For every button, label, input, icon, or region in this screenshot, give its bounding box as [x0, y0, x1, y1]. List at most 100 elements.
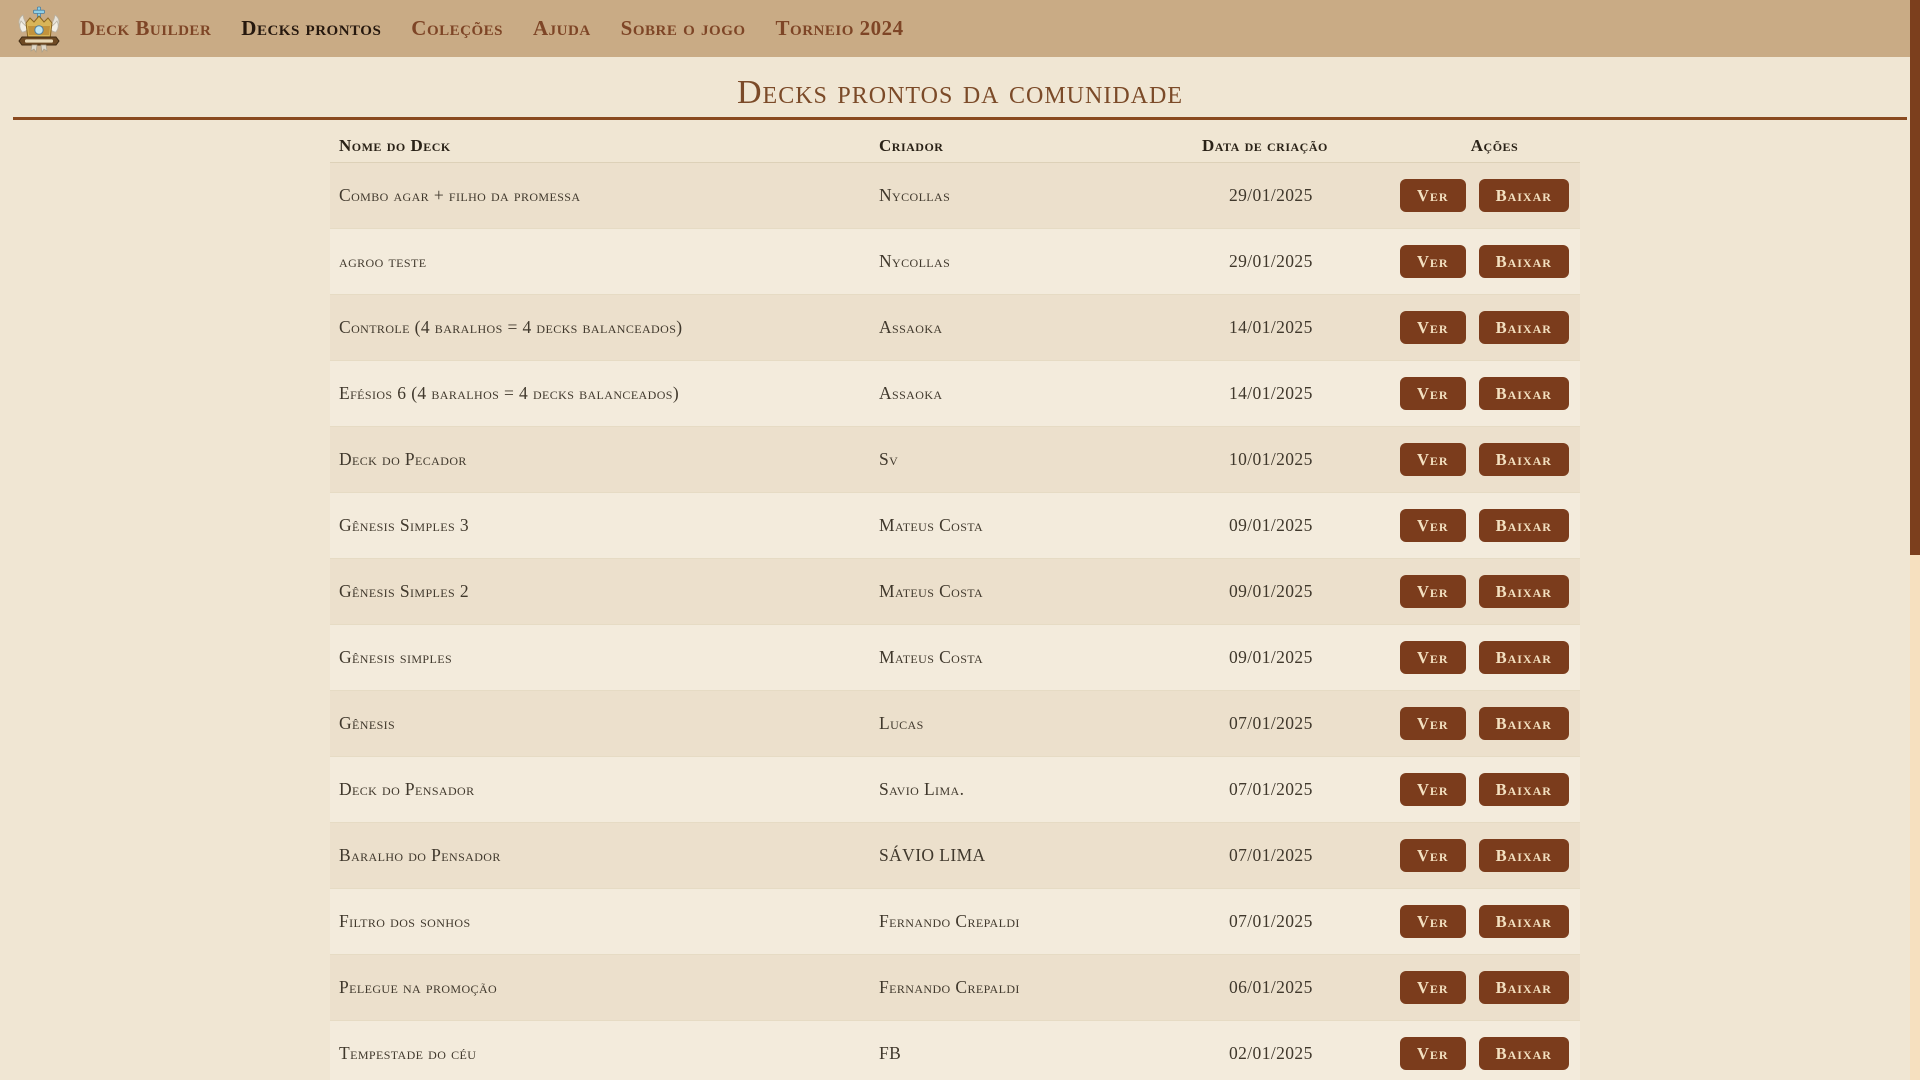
table-row: Pelegue na promoção Fernando Crepaldi 06…: [330, 955, 1580, 1021]
download-deck-button[interactable]: Baixar: [1479, 311, 1569, 344]
deck-creation-date: 02/01/2025: [1202, 1043, 1400, 1064]
download-deck-button[interactable]: Baixar: [1479, 707, 1569, 740]
column-header-actions: Ações: [1400, 136, 1589, 156]
table-header-row: Nome do Deck Criador Data de criação Açõ…: [330, 130, 1580, 163]
deck-actions: Ver Baixar: [1400, 773, 1589, 806]
deck-creation-date: 14/01/2025: [1202, 383, 1400, 404]
deck-actions: Ver Baixar: [1400, 245, 1589, 278]
nav-item-cole-es[interactable]: Coleções: [411, 16, 503, 41]
deck-name: agroo teste: [339, 251, 879, 272]
column-header-creation-date: Data de criação: [1202, 136, 1400, 156]
deck-creation-date: 14/01/2025: [1202, 317, 1400, 338]
table-row: Baralho do Pensador SÁVIO LIMA 07/01/202…: [330, 823, 1580, 889]
table-row: Controle (4 baralhos = 4 decks balancead…: [330, 295, 1580, 361]
download-deck-button[interactable]: Baixar: [1479, 1037, 1569, 1070]
deck-actions: Ver Baixar: [1400, 179, 1589, 212]
deck-name: Deck do Pecador: [339, 449, 879, 470]
table-row: Efésios 6 (4 baralhos = 4 decks balancea…: [330, 361, 1580, 427]
table-row: Deck do Pensador Savio Lima. 07/01/2025 …: [330, 757, 1580, 823]
deck-actions: Ver Baixar: [1400, 509, 1589, 542]
table-row: Tempestade do céu FB 02/01/2025 Ver Baix…: [330, 1021, 1580, 1080]
nav-item-torneio-2024[interactable]: Torneio 2024: [776, 16, 904, 41]
deck-actions: Ver Baixar: [1400, 443, 1589, 476]
view-deck-button[interactable]: Ver: [1400, 443, 1466, 476]
community-decks-table: Nome do Deck Criador Data de criação Açõ…: [330, 130, 1580, 1080]
view-deck-button[interactable]: Ver: [1400, 377, 1466, 410]
deck-actions: Ver Baixar: [1400, 707, 1589, 740]
deck-creation-date: 09/01/2025: [1202, 647, 1400, 668]
download-deck-button[interactable]: Baixar: [1479, 443, 1569, 476]
view-deck-button[interactable]: Ver: [1400, 839, 1466, 872]
deck-creator: SÁVIO LIMA: [879, 845, 1202, 866]
deck-creator: Nycollas: [879, 185, 1202, 206]
download-deck-button[interactable]: Baixar: [1479, 509, 1569, 542]
view-deck-button[interactable]: Ver: [1400, 707, 1466, 740]
nav-item-sobre-o-jogo[interactable]: Sobre o jogo: [621, 16, 746, 41]
table-row: Gênesis Simples 2 Mateus Costa 09/01/202…: [330, 559, 1580, 625]
deck-creator: Assaoka: [879, 317, 1202, 338]
deck-actions: Ver Baixar: [1400, 311, 1589, 344]
game-crest-logo[interactable]: [16, 5, 62, 53]
view-deck-button[interactable]: Ver: [1400, 179, 1466, 212]
download-deck-button[interactable]: Baixar: [1479, 773, 1569, 806]
deck-creation-date: 29/01/2025: [1202, 251, 1400, 272]
deck-name: Deck do Pensador: [339, 779, 879, 800]
deck-name: Baralho do Pensador: [339, 845, 879, 866]
deck-creation-date: 07/01/2025: [1202, 713, 1400, 734]
title-divider: [13, 117, 1907, 120]
deck-creator: Fernando Crepaldi: [879, 911, 1202, 932]
view-deck-button[interactable]: Ver: [1400, 1037, 1466, 1070]
download-deck-button[interactable]: Baixar: [1479, 839, 1569, 872]
vertical-scrollbar-track[interactable]: [1910, 0, 1920, 1080]
view-deck-button[interactable]: Ver: [1400, 245, 1466, 278]
download-deck-button[interactable]: Baixar: [1479, 971, 1569, 1004]
vertical-scrollbar-thumb[interactable]: [1910, 0, 1920, 555]
deck-actions: Ver Baixar: [1400, 905, 1589, 938]
deck-creator: Mateus Costa: [879, 515, 1202, 536]
download-deck-button[interactable]: Baixar: [1479, 245, 1569, 278]
deck-creator: Assaoka: [879, 383, 1202, 404]
deck-name: Pelegue na promoção: [339, 977, 879, 998]
deck-creation-date: 07/01/2025: [1202, 911, 1400, 932]
deck-creator: Nycollas: [879, 251, 1202, 272]
table-row: Gênesis Lucas 07/01/2025 Ver Baixar: [330, 691, 1580, 757]
deck-creation-date: 07/01/2025: [1202, 845, 1400, 866]
deck-name: Combo agar + filho da promessa: [339, 185, 879, 206]
column-header-deck-name: Nome do Deck: [339, 136, 879, 156]
download-deck-button[interactable]: Baixar: [1479, 179, 1569, 212]
view-deck-button[interactable]: Ver: [1400, 773, 1466, 806]
view-deck-button[interactable]: Ver: [1400, 509, 1466, 542]
nav-item-decks-prontos[interactable]: Decks prontos: [241, 16, 381, 41]
download-deck-button[interactable]: Baixar: [1479, 575, 1569, 608]
table-row: agroo teste Nycollas 29/01/2025 Ver Baix…: [330, 229, 1580, 295]
page-title: Decks prontos da comunidade: [0, 69, 1920, 117]
deck-creator: Fernando Crepaldi: [879, 977, 1202, 998]
nav-item-deck-builder[interactable]: Deck Builder: [80, 16, 211, 41]
deck-creation-date: 09/01/2025: [1202, 581, 1400, 602]
view-deck-button[interactable]: Ver: [1400, 905, 1466, 938]
table-row: Deck do Pecador Sv 10/01/2025 Ver Baixar: [330, 427, 1580, 493]
deck-actions: Ver Baixar: [1400, 377, 1589, 410]
deck-actions: Ver Baixar: [1400, 839, 1589, 872]
deck-creation-date: 06/01/2025: [1202, 977, 1400, 998]
top-navbar: Deck Builder Decks prontos Coleções Ajud…: [0, 0, 1920, 57]
deck-name: Tempestade do céu: [339, 1043, 879, 1064]
table-body: Combo agar + filho da promessa Nycollas …: [330, 163, 1580, 1080]
nav-item-ajuda[interactable]: Ajuda: [533, 16, 591, 41]
download-deck-button[interactable]: Baixar: [1479, 641, 1569, 674]
deck-name: Efésios 6 (4 baralhos = 4 decks balancea…: [339, 383, 879, 404]
deck-creator: Mateus Costa: [879, 581, 1202, 602]
view-deck-button[interactable]: Ver: [1400, 311, 1466, 344]
download-deck-button[interactable]: Baixar: [1479, 905, 1569, 938]
deck-creation-date: 10/01/2025: [1202, 449, 1400, 470]
deck-name: Filtro dos sonhos: [339, 911, 879, 932]
deck-name: Gênesis Simples 2: [339, 581, 879, 602]
column-header-creator: Criador: [879, 136, 1202, 156]
deck-creation-date: 09/01/2025: [1202, 515, 1400, 536]
view-deck-button[interactable]: Ver: [1400, 575, 1466, 608]
deck-creation-date: 07/01/2025: [1202, 779, 1400, 800]
download-deck-button[interactable]: Baixar: [1479, 377, 1569, 410]
table-row: Gênesis simples Mateus Costa 09/01/2025 …: [330, 625, 1580, 691]
view-deck-button[interactable]: Ver: [1400, 641, 1466, 674]
view-deck-button[interactable]: Ver: [1400, 971, 1466, 1004]
